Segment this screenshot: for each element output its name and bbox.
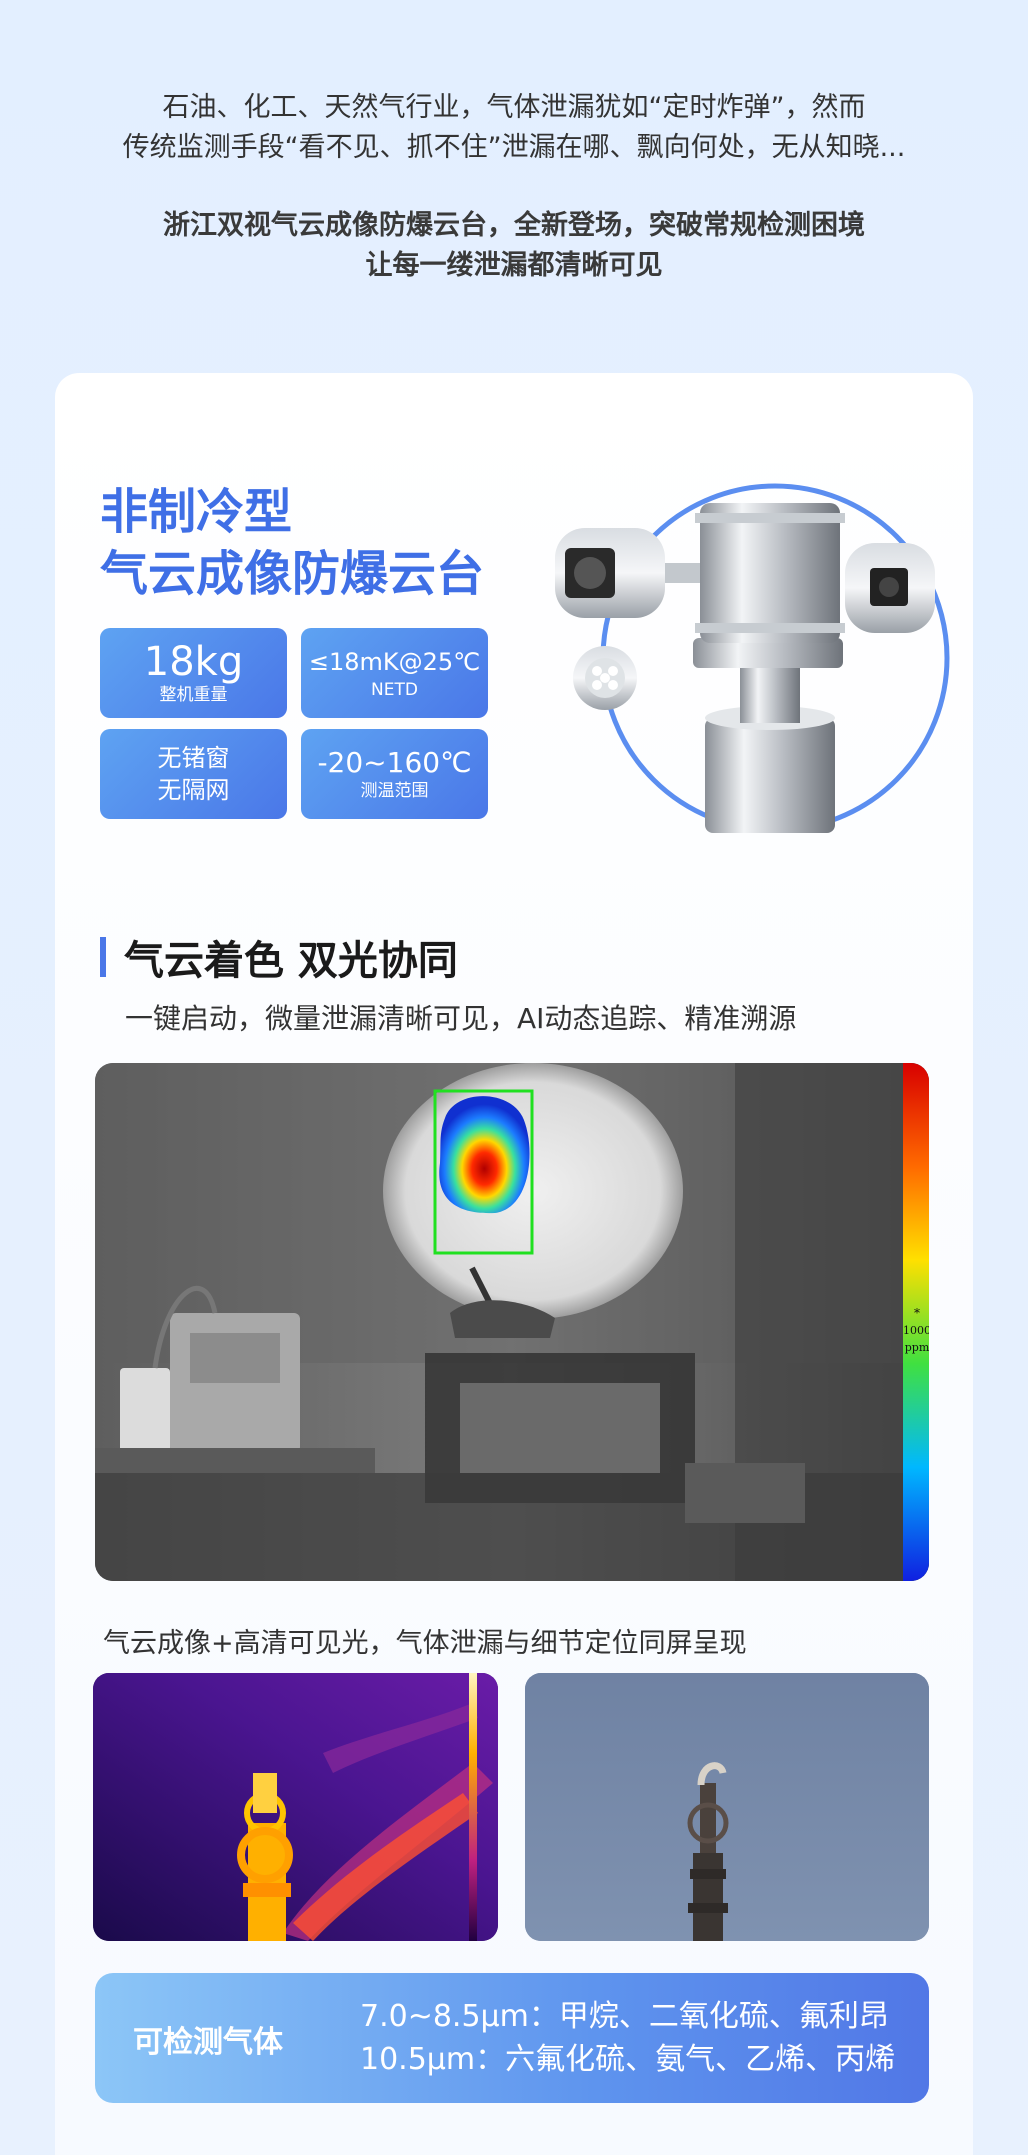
detectable-gases-panel: 可检测气体 7.0~8.5μm：甲烷、二氧化硫、氟利昂 10.5μm：六氟化硫、…	[95, 1973, 929, 2103]
spec-netd-value: ≤18mK@25℃	[308, 648, 481, 676]
spec-temp-range: -20~160℃ 测温范围	[301, 729, 488, 819]
spec-netd: ≤18mK@25℃ NETD	[301, 628, 488, 718]
spec-weight-label: 整机重量	[159, 685, 228, 705]
spec-window-line-1: 无锗窗	[157, 744, 230, 772]
product-card: 非制冷型 气云成像防爆云台 18kg 整机重量 ≤18mK@25℃ NETD 无…	[55, 373, 973, 2155]
spec-window-line-2: 无隔网	[157, 776, 230, 804]
section-subtitle: 一键启动，微量泄漏清晰可见，AI动态追踪、精准溯源	[125, 1002, 797, 1035]
spec-window: 无锗窗 无隔网	[100, 729, 287, 819]
ptz-camera-image	[555, 483, 950, 833]
gas-band-1: 7.0~8.5μm：甲烷、二氧化硫、氟利昂	[360, 1999, 889, 2034]
spec-netd-label: NETD	[371, 680, 418, 700]
section-title: 气云着色 双光协同	[100, 928, 458, 986]
scale-unit: ppm	[905, 1341, 929, 1354]
scale-value: 1000	[903, 1324, 929, 1337]
detectable-gases-label: 可检测气体	[133, 2025, 283, 2060]
gas-band-2: 10.5μm：六氟化硫、氨气、乙烯、丙烯	[360, 2042, 896, 2077]
ptz-base	[705, 718, 835, 833]
detectable-gases-list: 7.0~8.5μm：甲烷、二氧化硫、氟利昂 10.5μm：六氟化硫、氨气、乙烯、…	[360, 1995, 895, 2081]
gas-imaging-thermal-view: * 1000 ppm	[95, 1063, 929, 1581]
intro-bold-1: 浙江双视气云成像防爆云台，全新登场，突破常规检测困境	[163, 210, 865, 241]
intro-line-1: 石油、化工、天然气行业，气体泄漏犹如“定时炸弹”，然而	[162, 92, 866, 123]
product-title-line-1: 非制冷型	[100, 484, 293, 540]
dual-view-caption: 气云成像+高清可见光，气体泄漏与细节定位同屏呈现	[103, 1628, 747, 1659]
intro-bold-2: 让每一缕泄漏都清晰可见	[365, 250, 663, 281]
ptz-head	[700, 503, 840, 643]
section-title-text: 气云着色 双光协同	[124, 938, 458, 984]
spec-weight-value: 18kg	[143, 639, 244, 685]
spec-weight: 18kg 整机重量	[100, 628, 287, 718]
scale-mark: *	[914, 1306, 920, 1320]
section-title-bar	[100, 937, 106, 977]
spec-temp-range-value: -20~160℃	[317, 746, 472, 779]
product-title: 非制冷型 气云成像防爆云台	[100, 481, 484, 605]
thermal-valve-image	[93, 1673, 498, 1941]
visible-light-valve-image	[525, 1673, 929, 1941]
gas-plume	[439, 1096, 530, 1214]
product-title-line-2: 气云成像防爆云台	[100, 546, 485, 602]
intro-text: 石油、化工、天然气行业，气体泄漏犹如“定时炸弹”，然而 传统监测手段“看不见、抓…	[0, 88, 1028, 286]
thermal-scale-bar	[469, 1673, 477, 1941]
color-scale-bar	[903, 1063, 929, 1581]
intro-line-2: 传统监测手段“看不见、抓不住”泄漏在哪、飘向何处，无从知晓...	[122, 132, 906, 163]
spec-temp-range-label: 测温范围	[360, 781, 429, 801]
